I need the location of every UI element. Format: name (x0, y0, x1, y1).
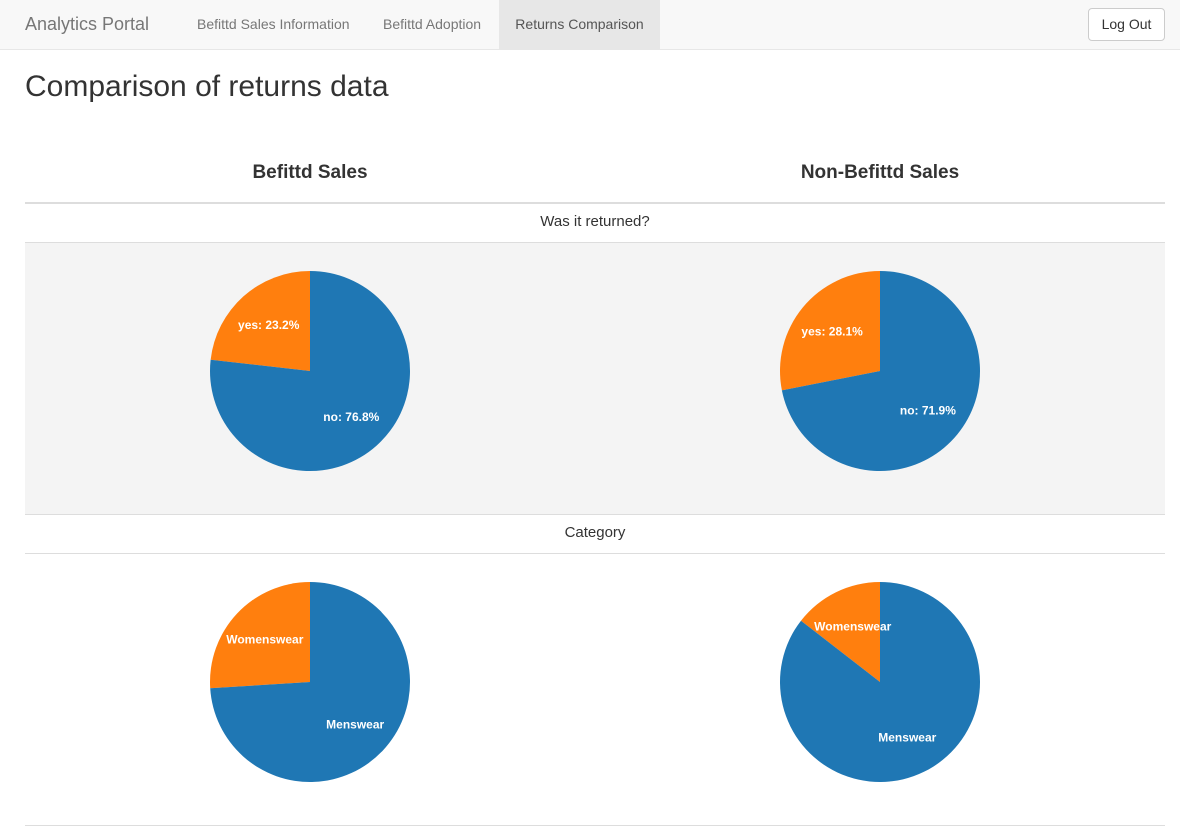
pie-slice-label: Menswear (878, 731, 936, 745)
pie-slice-label: no: 76.8% (323, 410, 379, 424)
pie-chart-befittd-category: Womenswear Menswear (210, 582, 410, 782)
section-divider (25, 553, 1165, 554)
pie-slice-label: Womenswear (226, 633, 303, 647)
nav-item-befittd-adoption[interactable]: Befittd Adoption (368, 0, 496, 49)
pie-chart-befittd-returned: yes: 23.2% no: 76.8% (210, 271, 410, 471)
pie-slice-label: Menswear (326, 717, 384, 731)
nav-item-returns-comparison[interactable]: Returns Comparison (499, 0, 660, 49)
returned-row-background (25, 243, 1165, 514)
nav-item-befittd-sales-information[interactable]: Befittd Sales Information (182, 0, 365, 49)
top-navbar: Analytics Portal Befittd Sales Informati… (0, 0, 1180, 50)
pie-slice-label: Womenswear (814, 619, 891, 633)
pie-chart-non-befittd-category: Womenswear Menswear (780, 582, 980, 782)
logout-button[interactable]: Log Out (1088, 8, 1165, 41)
brand-link[interactable]: Analytics Portal (25, 14, 149, 35)
table-bottom-border (25, 825, 1165, 826)
page-title: Comparison of returns data (25, 70, 389, 103)
section-label-category: Category (564, 524, 626, 541)
pie-slice-label: yes: 23.2% (238, 318, 300, 332)
pie-slice-label: no: 71.9% (900, 403, 956, 417)
column-heading-non-befittd-sales: Non-Befittd Sales (800, 162, 960, 183)
header-divider (25, 202, 1165, 204)
column-heading-befittd-sales: Befittd Sales (252, 162, 368, 183)
section-divider (25, 514, 1165, 515)
section-label-returned: Was it returned? (540, 213, 650, 230)
pie-slice-label: yes: 28.1% (801, 325, 863, 339)
pie-chart-non-befittd-returned: yes: 28.1% no: 71.9% (780, 271, 980, 471)
